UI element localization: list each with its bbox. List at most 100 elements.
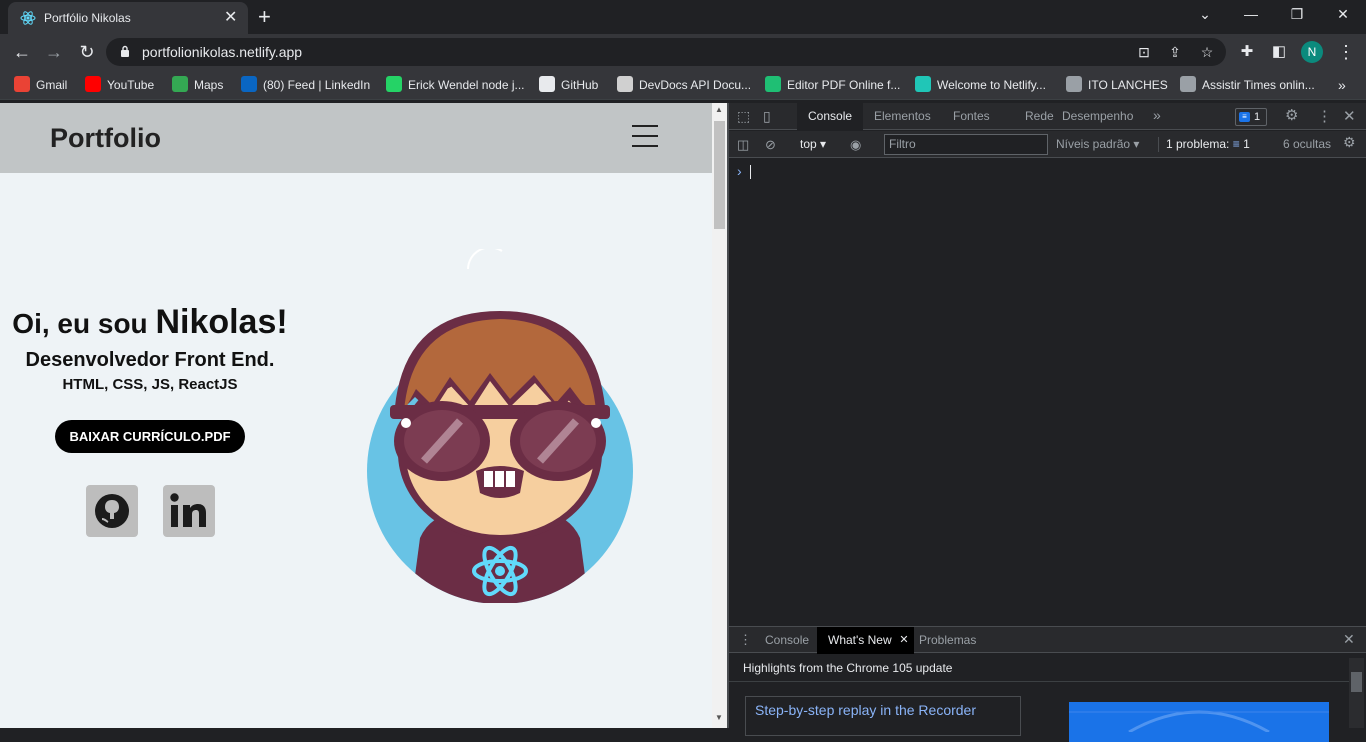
bookmark-item[interactable]: Welcome to Netlify... [915,76,1046,94]
minimize-button[interactable]: — [1236,4,1266,24]
devtools-tabbar: ⬚ ▯ Console Elementos Fontes Rede Desemp… [729,103,1366,130]
devtools-tab-performance[interactable]: Desempenho [1051,103,1144,130]
whats-new-item-link[interactable]: Step-by-step replay in the Recorder [755,702,976,718]
devtools-tab-sources[interactable]: Fontes [942,103,1001,130]
menu-kebab-icon[interactable]: ⋮ [1334,40,1358,64]
bookmark-favicon-icon [85,76,101,92]
close-window-button[interactable]: ✕ [1328,4,1358,24]
reload-icon[interactable]: ↻ [75,40,99,64]
whats-new-card[interactable]: Step-by-step replay in the Recorder [745,696,1021,736]
bookmark-favicon-icon [539,76,555,92]
context-selector[interactable]: top ▾ [800,137,826,152]
scroll-up-icon[interactable]: ▲ [715,105,723,114]
profile-avatar[interactable]: N [1301,41,1323,63]
devtools-tab-console[interactable]: Console [797,103,864,130]
drawer-tab-problems[interactable]: Problemas [908,627,987,654]
bookmark-item[interactable]: (80) Feed | LinkedIn [241,76,370,94]
whats-new-divider [729,681,1349,682]
bookmark-star-icon[interactable]: ☆ [1197,42,1217,62]
bookmark-favicon-icon [765,76,781,92]
tab-search-icon[interactable]: ⌄ [1190,4,1220,24]
drawer-menu-icon[interactable]: ⋮ [739,632,752,648]
inspect-element-icon[interactable]: ⬚ [737,108,750,125]
console-caret [750,165,751,179]
drawer-tab-console[interactable]: Console [754,627,820,654]
browser-tab[interactable]: Portfólio Nikolas ✕ [8,2,248,34]
sidebar-toggle-icon[interactable]: ◫ [737,137,749,152]
browser-toolbar: ← → ↻ portfolionikolas.netlify.app ⊡ ⇪ ☆… [0,34,1366,70]
bookmark-label: DevDocs API Docu... [639,78,752,92]
bookmark-item[interactable]: Erick Wendel node j... [386,76,525,94]
console-filter-input[interactable]: Filtro [884,134,1048,155]
log-levels-dropdown[interactable]: Níveis padrão ▾ [1056,137,1139,152]
bookmark-item[interactable]: Gmail [14,76,67,94]
toolbar-separator [1158,137,1159,152]
bookmark-favicon-icon [1066,76,1082,92]
github-link[interactable] [86,485,138,537]
whats-new-panel: Highlights from the Chrome 105 update St… [729,654,1366,742]
devtools-close-icon[interactable]: ✕ [1343,107,1356,125]
bookmark-label: Maps [194,78,224,92]
extensions-icon[interactable]: ✚ [1235,40,1259,64]
bookmark-item[interactable]: Editor PDF Online f... [765,76,900,94]
share-icon[interactable]: ⇪ [1165,42,1185,62]
more-tabs-icon[interactable]: » [1153,107,1161,123]
bookmark-label: (80) Feed | LinkedIn [263,78,371,92]
url-text: portfolionikolas.netlify.app [142,44,303,60]
back-icon[interactable]: ← [10,40,34,64]
github-icon [95,494,129,528]
devtools-panel: ⬚ ▯ Console Elementos Fontes Rede Desemp… [729,103,1366,742]
bookmark-label: Gmail [36,78,68,92]
bookmark-item[interactable]: YouTube [85,76,154,94]
hamburger-menu-icon[interactable] [632,125,658,149]
forward-icon[interactable]: → [42,40,66,64]
drawer-tab-whats-new[interactable]: What's New ✕ [817,627,914,654]
site-logo[interactable]: Portfolio [50,123,161,154]
tab-close-icon[interactable]: ✕ [224,8,237,28]
bookmark-label: Assistir Times onlin... [1202,78,1315,92]
bookmark-label: Editor PDF Online f... [787,78,901,92]
bookmark-favicon-icon [1180,76,1196,92]
devtools-tab-elements[interactable]: Elementos [863,103,942,130]
bookmark-item[interactable]: Assistir Times onlin... [1180,76,1315,94]
issues-counter[interactable]: ≡ 1 [1235,108,1267,126]
device-toolbar-icon[interactable]: ▯ [763,108,771,125]
bookmark-label: Welcome to Netlify... [937,78,1046,92]
side-panel-icon[interactable]: ◧ [1267,40,1291,64]
devtools-settings-icon[interactable]: ⚙ [1285,106,1298,124]
console-settings-icon[interactable]: ⚙ [1343,135,1356,150]
console-output[interactable]: › [729,159,1366,626]
problems-button[interactable]: 1 problema: ≡ 1 [1166,137,1250,152]
web-page: Portfolio Oi, eu sou Nikolas! Desenvolve… [0,103,712,728]
bookmarks-overflow-icon[interactable]: » [1338,76,1346,94]
bookmark-favicon-icon [241,76,257,92]
bookmark-favicon-icon [915,76,931,92]
bookmark-item[interactable]: DevDocs API Docu... [617,76,751,94]
drawer-scrollbar-thumb[interactable] [1351,672,1362,692]
hidden-count: 6 ocultas [1283,137,1332,151]
devtools-menu-icon[interactable]: ⋮ [1317,107,1332,125]
drawer-scrollbar[interactable] [1349,658,1364,728]
react-favicon-icon [20,11,36,25]
bookmark-favicon-icon [386,76,402,92]
drawer-tabbar: ⋮ Console What's New ✕ Problemas ✕ [729,626,1366,654]
hero-subtitle: Desenvolvedor Front End. [25,349,275,371]
address-bar[interactable]: portfolionikolas.netlify.app ⊡ ⇪ ☆ [106,38,1226,66]
linkedin-link[interactable] [163,485,215,537]
bookmark-item[interactable]: Maps [172,76,223,94]
restore-button[interactable]: ❐ [1282,4,1312,24]
page-scrollbar[interactable]: ▲ ▼ [712,103,727,728]
download-cv-button[interactable]: BAIXAR CURRÍCULO.PDF [55,420,245,453]
browser-title-bar: Portfólio Nikolas ✕ + ⌄ — ❐ ✕ [0,0,1366,34]
bookmark-label: Erick Wendel node j... [408,78,525,92]
drawer-close-icon[interactable]: ✕ [1343,631,1355,648]
new-tab-button[interactable]: + [258,4,271,30]
live-expression-eye-icon[interactable]: ◉ [850,137,861,152]
context-value: top [800,137,817,151]
bookmark-item[interactable]: ITO LANCHES [1066,76,1168,94]
translate-icon[interactable]: ⊡ [1134,42,1154,62]
scroll-down-icon[interactable]: ▼ [715,713,723,722]
bookmark-item[interactable]: GitHub [539,76,598,94]
scrollbar-thumb[interactable] [714,121,725,229]
clear-console-icon[interactable]: ⊘ [765,137,776,152]
